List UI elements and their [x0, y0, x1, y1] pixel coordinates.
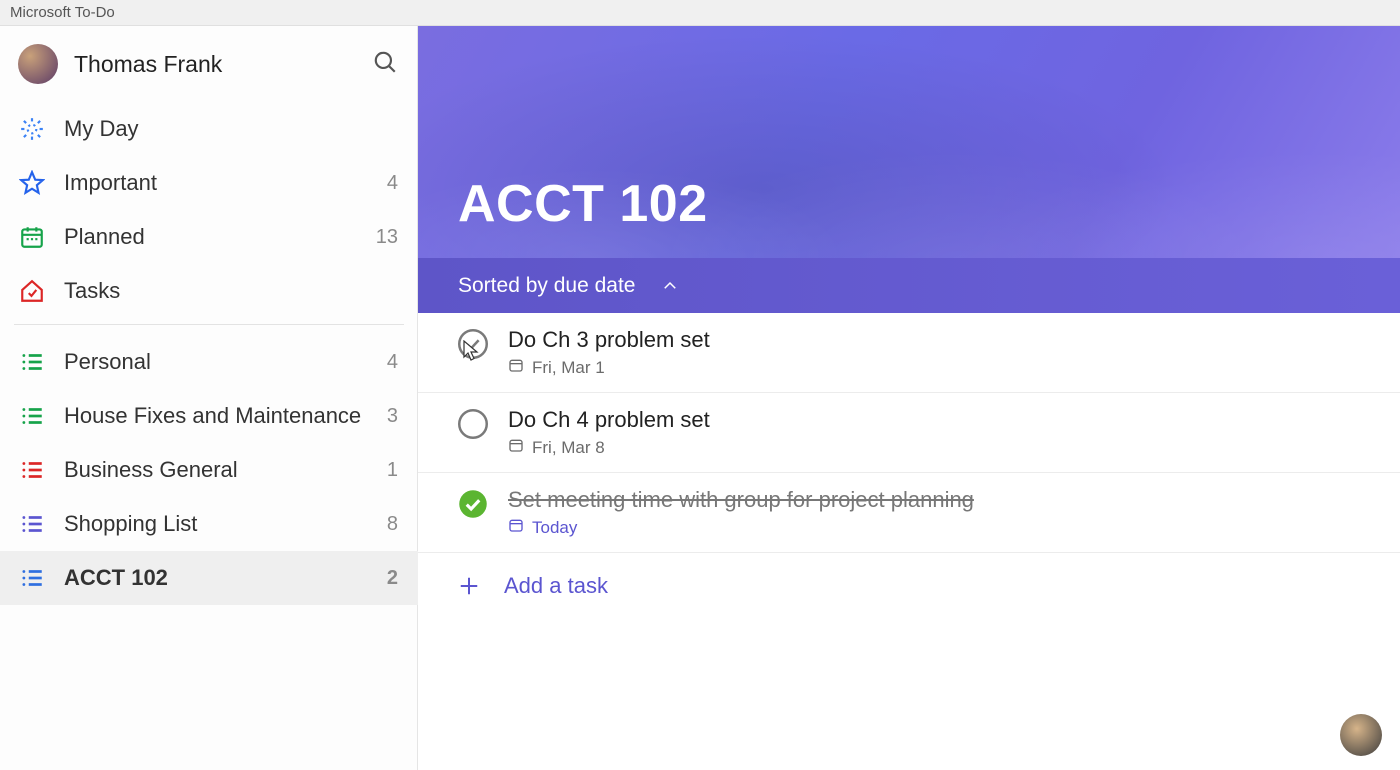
sidebar: Thomas Frank My Day Important 4 Planned …	[0, 26, 418, 770]
sidebar-item-label: Planned	[64, 224, 358, 250]
list-icon	[18, 403, 46, 429]
sidebar-item-personal[interactable]: Personal 4	[0, 335, 418, 389]
sidebar-item-tasks[interactable]: Tasks	[0, 264, 418, 318]
list-icon	[18, 511, 46, 537]
task-due: Fri, Mar 8	[508, 437, 1360, 458]
smart-lists: My Day Important 4 Planned 13 Tasks	[0, 102, 418, 318]
list-hero: ACCT 102	[418, 26, 1400, 258]
sidebar-item-label: My Day	[64, 116, 380, 142]
user-name: Thomas Frank	[74, 51, 356, 78]
list-icon	[18, 457, 46, 483]
calendar-icon	[508, 517, 524, 538]
sidebar-item-shopping[interactable]: Shopping List 8	[0, 497, 418, 551]
task-row[interactable]: Do Ch 4 problem set Fri, Mar 8	[418, 393, 1400, 473]
calendar-icon	[508, 357, 524, 378]
task-row[interactable]: Set meeting time with group for project …	[418, 473, 1400, 553]
sort-bar[interactable]: Sorted by due date	[418, 258, 1400, 313]
task-checkbox[interactable]	[458, 409, 488, 439]
sort-label: Sorted by due date	[458, 274, 635, 298]
sidebar-item-count: 13	[376, 226, 398, 249]
task-body: Do Ch 3 problem set Fri, Mar 1	[508, 327, 1360, 378]
checkbox-checked-icon	[458, 489, 488, 519]
sidebar-item-count: 4	[387, 351, 398, 374]
app-title: Microsoft To-Do	[10, 4, 115, 21]
task-due: Fri, Mar 1	[508, 357, 1360, 378]
sidebar-item-count: 3	[387, 405, 398, 428]
add-task-label: Add a task	[504, 573, 608, 599]
custom-lists: Personal 4 House Fixes and Maintenance 3…	[0, 335, 418, 605]
user-avatar[interactable]	[18, 44, 58, 84]
home-check-icon	[18, 278, 46, 304]
sidebar-item-count: 4	[387, 172, 398, 195]
sidebar-divider	[14, 324, 404, 325]
sidebar-item-count: 2	[387, 567, 398, 590]
main-panel: ACCT 102 Sorted by due date Do Ch 3 prob…	[418, 26, 1400, 770]
task-checkbox[interactable]	[458, 329, 488, 359]
sidebar-item-label: Important	[64, 170, 369, 196]
sidebar-item-label: Tasks	[64, 278, 380, 304]
search-icon	[372, 49, 398, 75]
sidebar-item-business[interactable]: Business General 1	[0, 443, 418, 497]
window-titlebar: Microsoft To-Do	[0, 0, 1400, 26]
sidebar-item-label: House Fixes and Maintenance	[64, 403, 369, 429]
sidebar-item-label: ACCT 102	[64, 565, 369, 591]
corner-avatar[interactable]	[1340, 714, 1382, 756]
star-icon	[18, 170, 46, 196]
sidebar-item-acct102[interactable]: ACCT 102 2	[0, 551, 418, 605]
sidebar-item-count: 8	[387, 513, 398, 536]
task-body: Set meeting time with group for project …	[508, 487, 1360, 538]
checkbox-hover-icon	[458, 329, 488, 359]
task-checkbox[interactable]	[458, 489, 488, 519]
task-due-text: Today	[532, 518, 577, 538]
sidebar-item-house[interactable]: House Fixes and Maintenance 3	[0, 389, 418, 443]
task-list: Do Ch 3 problem set Fri, Mar 1 Do Ch 4 p…	[418, 313, 1400, 553]
sidebar-item-myday[interactable]: My Day	[0, 102, 418, 156]
sidebar-item-planned[interactable]: Planned 13	[0, 210, 418, 264]
sidebar-item-label: Personal	[64, 349, 369, 375]
calendar-icon	[508, 437, 524, 458]
task-row[interactable]: Do Ch 3 problem set Fri, Mar 1	[418, 313, 1400, 393]
sidebar-item-important[interactable]: Important 4	[0, 156, 418, 210]
list-title: ACCT 102	[458, 174, 708, 234]
task-title: Set meeting time with group for project …	[508, 487, 1360, 513]
checkbox-empty-icon	[458, 409, 488, 439]
sidebar-item-label: Shopping List	[64, 511, 369, 537]
task-due-text: Fri, Mar 1	[532, 358, 605, 378]
add-task-row[interactable]: Add a task	[418, 553, 1400, 619]
list-icon	[18, 349, 46, 375]
plus-icon	[458, 575, 480, 597]
task-due-text: Fri, Mar 8	[532, 438, 605, 458]
sidebar-item-label: Business General	[64, 457, 369, 483]
search-button[interactable]	[372, 49, 398, 80]
calendar-icon	[18, 224, 46, 250]
sidebar-item-count: 1	[387, 459, 398, 482]
task-due: Today	[508, 517, 1360, 538]
list-icon	[18, 565, 46, 591]
task-body: Do Ch 4 problem set Fri, Mar 8	[508, 407, 1360, 458]
task-title: Do Ch 4 problem set	[508, 407, 1360, 433]
chevron-up-icon	[661, 277, 679, 295]
user-row[interactable]: Thomas Frank	[0, 26, 418, 102]
task-title: Do Ch 3 problem set	[508, 327, 1360, 353]
sun-icon	[18, 116, 46, 142]
